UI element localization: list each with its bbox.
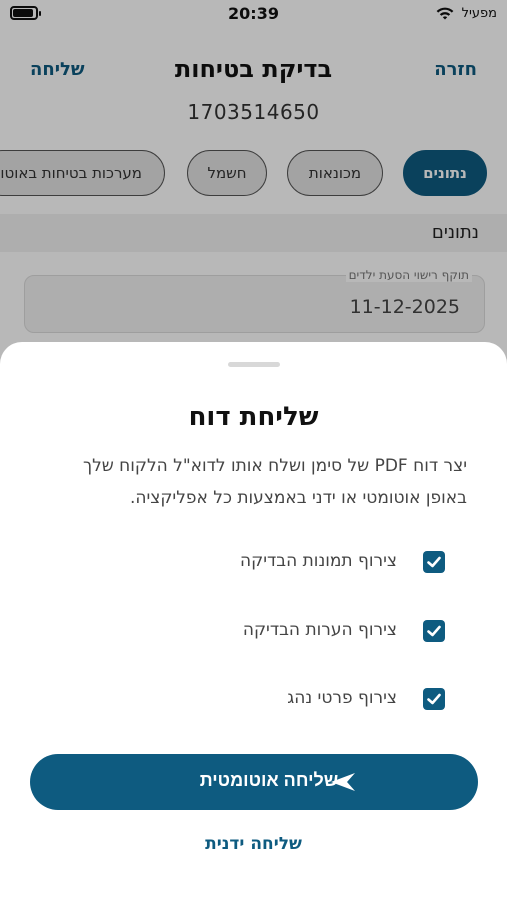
checkmark-icon	[427, 625, 441, 637]
sheet-title: שליחת דוח	[188, 402, 319, 432]
checkbox-photos[interactable]	[423, 551, 445, 573]
option-attach-driver[interactable]: צירוף פרטי נהג	[0, 682, 507, 722]
checkbox-notes[interactable]	[423, 620, 445, 642]
sheet-description: יצר דוח PDF של סימן ושלח אותו לדוא"ל הלק…	[40, 450, 467, 514]
checkbox-driver[interactable]	[423, 688, 445, 710]
auto-send-button[interactable]: שליחה אוטומטית	[30, 754, 478, 810]
option-attach-photos[interactable]: צירוף תמונות הבדיקה	[0, 545, 507, 585]
auto-send-label: שליחה אוטומטית	[199, 770, 339, 790]
option-label: צירוף פרטי נהג	[287, 688, 397, 708]
description-line-1: יצר דוח PDF של סימן ושלח אותו לדוא"ל הלק…	[82, 456, 467, 476]
send-report-sheet: שליחת דוח יצר דוח PDF של סימן ושלח אותו …	[0, 342, 507, 900]
option-label: צירוף תמונות הבדיקה	[240, 551, 397, 571]
checkmark-icon	[427, 693, 441, 705]
option-attach-notes[interactable]: צירוף הערות הבדיקה	[0, 614, 507, 654]
description-line-2: באופן אוטומטי או ידני באמצעות כל אפליקצי…	[129, 488, 467, 508]
checkmark-icon	[427, 556, 441, 568]
option-label: צירוף הערות הבדיקה	[242, 620, 397, 640]
manual-send-button[interactable]: שליחה ידנית	[0, 834, 507, 854]
sheet-grabber[interactable]	[228, 362, 280, 367]
